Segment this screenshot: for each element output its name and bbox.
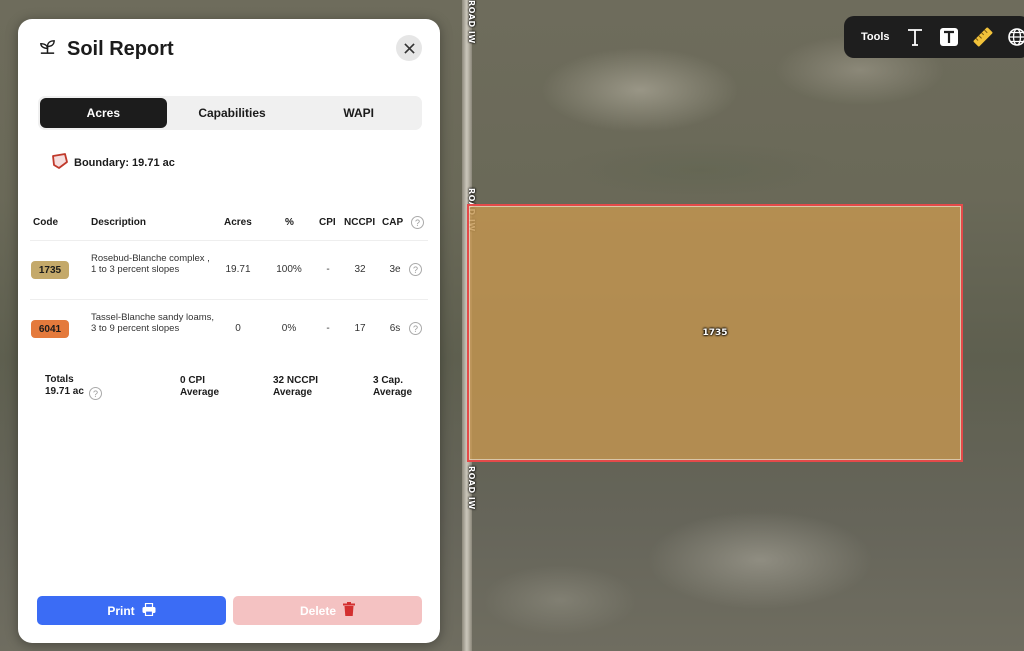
cap-average-value: 3 Cap. [373, 375, 404, 386]
plant-icon [38, 37, 57, 61]
column-header-percent: % [285, 217, 294, 228]
printer-icon [142, 602, 156, 619]
polygon-icon [50, 151, 70, 174]
table-row[interactable]: 1735 Rosebud-Blanche complex , 1 to 3 pe… [18, 241, 440, 299]
column-header-nccpi: NCCPI [344, 217, 376, 228]
tab-acres[interactable]: Acres [40, 98, 167, 128]
totals-acres: 19.71 ac [45, 386, 84, 397]
globe-icon[interactable] [1006, 26, 1024, 48]
help-icon[interactable]: ? [411, 216, 424, 229]
soil-description: Rosebud-Blanche complex , 1 to 3 percent… [91, 253, 210, 275]
close-button[interactable] [396, 35, 422, 61]
tab-wapi[interactable]: WAPI [295, 96, 422, 130]
tools-label: Tools [861, 31, 890, 43]
close-icon [403, 42, 415, 54]
help-icon[interactable]: ? [409, 322, 422, 335]
delete-button[interactable]: Delete [233, 596, 422, 625]
column-header-description: Description [91, 217, 147, 228]
acres-value: 0 [235, 323, 241, 334]
boundary-summary: Boundary: 19.71 ac [50, 151, 175, 174]
print-button-label: Print [107, 603, 135, 618]
delete-button-label: Delete [299, 603, 337, 618]
cpi-average-caption: Average [180, 387, 220, 398]
table-row[interactable]: 6041 Tassel-Blanche sandy loams, 3 to 9 … [18, 300, 440, 358]
tools-toolbar: Tools [844, 16, 1024, 58]
soil-description: Tassel-Blanche sandy loams, 3 to 9 perce… [91, 312, 215, 334]
cap-average-caption: Average [373, 387, 413, 398]
column-header-code: Code [33, 217, 58, 228]
field-boundary-polygon[interactable]: 1735 [467, 204, 963, 462]
soil-code-badge: 6041 [31, 320, 69, 338]
help-icon[interactable]: ? [89, 387, 102, 400]
soil-map-unit-label: 1735 [702, 328, 728, 338]
boundary-label: Boundary: 19.71 ac [74, 156, 175, 169]
nccpi-value: 17 [354, 323, 366, 334]
page-title: Soil Report [67, 37, 174, 60]
soil-code-badge: 1735 [31, 261, 69, 279]
tab-bar: Acres Capabilities WAPI [38, 96, 422, 130]
road-label: ROAD IW [467, 0, 476, 44]
road-label: ROAD IW [467, 466, 476, 510]
column-header-cap: CAP [382, 217, 404, 228]
nccpi-average-value: 32 NCCPI [273, 375, 319, 386]
percent-value: 0% [281, 323, 297, 334]
tab-capabilities[interactable]: Capabilities [169, 96, 296, 130]
help-icon[interactable]: ? [409, 263, 422, 276]
nccpi-average-caption: Average [273, 387, 313, 398]
panel-header: Soil Report [38, 37, 174, 61]
trash-icon [343, 602, 356, 619]
nccpi-value: 32 [354, 264, 366, 275]
column-header-acres: Acres [224, 217, 252, 228]
acres-value: 19.71 [225, 264, 251, 275]
ruler-icon[interactable] [972, 26, 994, 48]
column-header-cpi: CPI [319, 217, 336, 228]
text-box-icon[interactable] [938, 26, 960, 48]
print-button[interactable]: Print [37, 596, 226, 625]
totals-label: Totals [45, 374, 74, 385]
soil-report-panel: Soil Report Acres Capabilities WAPI Boun… [18, 19, 440, 643]
percent-value: 100% [276, 264, 302, 275]
text-icon[interactable] [904, 26, 926, 48]
cpi-average-value: 0 CPI [180, 375, 206, 386]
